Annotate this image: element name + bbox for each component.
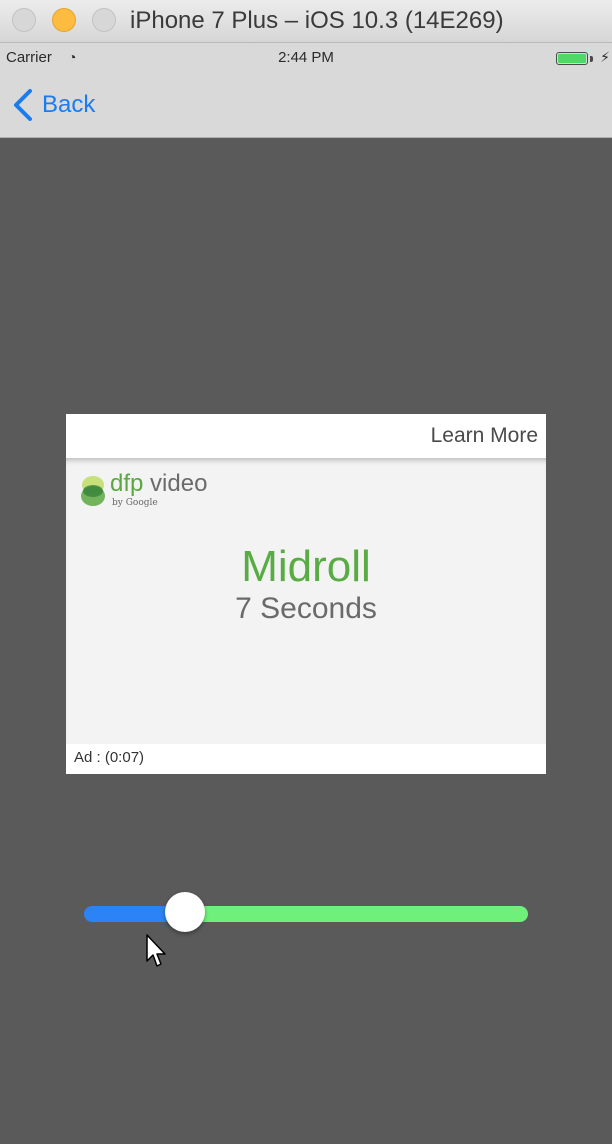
slider-max-track — [184, 906, 528, 922]
dfp-logo-icon — [81, 476, 105, 506]
logo-dfp: dfp — [110, 470, 144, 497]
battery-icon — [556, 52, 588, 65]
chevron-left-icon — [14, 89, 32, 121]
ad-bottom-bar: Ad : (0:07) — [66, 744, 546, 774]
simulator-title-bar: iPhone 7 Plus – iOS 10.3 (14E269) — [0, 0, 612, 43]
status-bar: Carrier ◔ 2:44 PM ⚡ — [0, 43, 612, 73]
logo-video: video — [150, 470, 208, 497]
window-title: iPhone 7 Plus – iOS 10.3 (14E269) — [130, 7, 504, 34]
slider-thumb[interactable] — [164, 892, 205, 932]
ad-title: Midroll — [241, 542, 371, 591]
mouse-cursor-icon — [146, 934, 166, 967]
video-ad-player[interactable]: Learn More dfp video by Google Midroll 7… — [66, 414, 546, 774]
back-button[interactable]: Back — [10, 87, 95, 123]
back-label: Back — [42, 91, 96, 118]
logo-by-google: by Google — [112, 498, 158, 508]
navigation-bar: Back — [0, 73, 612, 138]
status-time: 2:44 PM — [278, 49, 334, 66]
charging-bolt-icon: ⚡ — [600, 49, 610, 65]
ad-video-frame[interactable]: dfp video by Google Midroll 7 Seconds — [66, 458, 546, 744]
dfp-video-logo-text: dfp video — [110, 470, 207, 498]
ad-top-bar: Learn More — [66, 414, 546, 458]
learn-more-link[interactable]: Learn More — [431, 424, 538, 448]
playback-slider[interactable] — [84, 892, 528, 936]
ad-subtitle: 7 Seconds — [235, 592, 377, 625]
window-minimize-button[interactable] — [52, 8, 76, 32]
battery-tip — [590, 56, 593, 62]
battery-level — [558, 54, 586, 63]
window-zoom-button[interactable] — [92, 8, 116, 32]
window-close-button[interactable] — [12, 8, 36, 32]
ad-countdown: Ad : (0:07) — [74, 749, 145, 766]
